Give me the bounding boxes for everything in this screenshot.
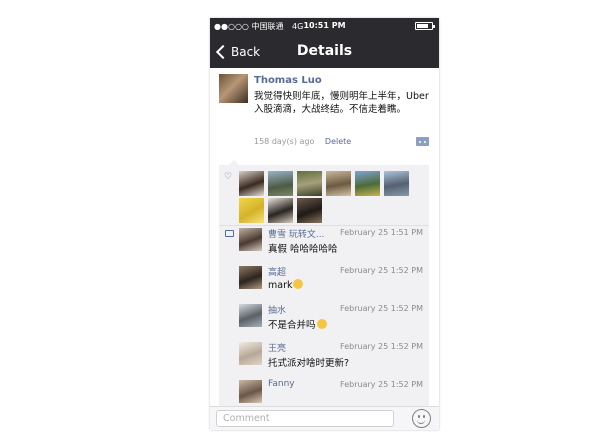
comment-action-icon[interactable] [416,137,429,146]
like-avatar[interactable] [355,171,380,196]
commenter-avatar[interactable] [239,380,262,403]
comment-text-value: 不是合并吗 [268,320,316,331]
comment-time: February 25 1:52 PM [340,266,423,275]
comment-item[interactable]: 高超 February 25 1:52 PM mark [219,264,429,302]
nav-bar: Back Details [210,35,439,68]
battery-icon [415,22,435,30]
commenter-avatar[interactable] [239,266,262,289]
like-avatar[interactable] [268,171,293,196]
comment-time: February 25 1:52 PM [340,342,423,351]
commenter-name[interactable]: 王亮 [268,341,286,354]
comment-time: February 25 1:51 PM [340,228,423,237]
commenter-avatar[interactable] [239,342,262,365]
page-title: Details [296,43,353,59]
commenter-name[interactable]: 高超 [268,265,286,278]
like-avatar[interactable] [239,171,264,196]
comment-input[interactable] [216,410,394,427]
like-avatar[interactable] [239,198,264,223]
commenter-name[interactable]: 抽水 [268,303,286,316]
like-avatar[interactable] [326,171,351,196]
comment-text: 不是合并吗 [268,317,327,331]
like-avatar[interactable] [297,198,322,223]
like-avatar[interactable] [384,171,409,196]
moment-post: Thomas Luo 我觉得快则年底，慢则明年上半年，Uber入股滴滴，大战终结… [210,68,439,174]
commenter-name[interactable]: 曹雪 玩转文... [268,227,324,240]
status-bar: ●●○○○ 中国联通 4G 10:51 PM [210,18,439,35]
like-avatar[interactable] [268,198,293,223]
comment-time: February 25 1:52 PM [340,380,423,389]
comment-item[interactable]: 王亮 February 25 1:52 PM 托式派对啥时更新? [219,340,429,378]
content-area: Thomas Luo 我觉得快则年底，慢则明年上半年，Uber入股滴滴，大战终结… [210,68,439,406]
interactions-panel: ♡ 曹雪 玩转文... February 25 1:51 PM 真假 哈哈哈哈哈 [219,160,429,406]
heart-icon: ♡ [224,172,233,182]
comment-text-value: mark [268,280,293,291]
comment-input-bar [210,406,439,430]
smiley-emoji-icon [316,319,327,329]
likes-section: ♡ [219,165,429,226]
comment-text: mark [268,279,304,291]
comment-item[interactable]: 抽水 February 25 1:52 PM 不是合并吗 [219,302,429,340]
commenter-avatar[interactable] [239,304,262,327]
author-name[interactable]: Thomas Luo [254,75,322,86]
author-avatar[interactable] [219,74,248,103]
commenter-name[interactable]: Fanny [268,379,295,389]
commenter-avatar[interactable] [239,228,262,251]
smiley-emoji-icon [293,279,304,289]
comment-time: February 25 1:52 PM [340,304,423,313]
delete-link[interactable]: Delete [325,137,351,146]
emoji-icon[interactable] [412,409,431,428]
comment-item[interactable]: 曹雪 玩转文... February 25 1:51 PM 真假 哈哈哈哈哈 [219,226,429,264]
comment-text: 真假 哈哈哈哈哈 [268,244,338,255]
comment-text: 托式派对啥时更新? [268,358,350,369]
comment-item[interactable]: Fanny February 25 1:52 PM [219,378,429,406]
phone-screen: ●●○○○ 中国联通 4G 10:51 PM Back Details Thom… [210,18,439,430]
like-avatar[interactable] [297,171,322,196]
post-meta: 158 day(s) ago Delete [254,137,351,146]
post-age: 158 day(s) ago [254,137,315,146]
post-text: 我觉得快则年底，慢则明年上半年，Uber入股滴滴，大战终结。不信走着瞧。 [254,91,429,115]
status-time: 10:51 PM [303,21,346,30]
